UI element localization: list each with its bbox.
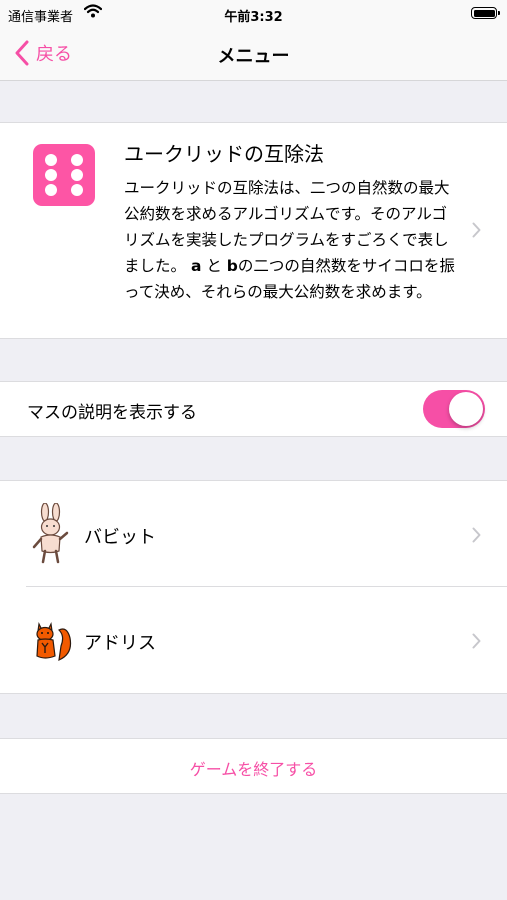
chevron-right-icon bbox=[472, 222, 481, 238]
rabbit-character-icon bbox=[32, 503, 69, 564]
about-title: ユークリッドの互除法 bbox=[124, 142, 324, 166]
navigation-bar: 戻る メニュー bbox=[0, 28, 507, 81]
quit-game-label[interactable]: ゲームを終了する bbox=[0, 756, 507, 780]
chevron-right-icon bbox=[472, 527, 481, 543]
show-square-description-label: マスの説明を表示する bbox=[27, 403, 197, 423]
dice-icon bbox=[33, 144, 95, 206]
character-row-adoris[interactable]: アドリス bbox=[0, 587, 507, 693]
page-title: メニュー bbox=[217, 46, 290, 67]
about-description: ユークリッドの互除法は、二つの自然数の最大公約数を求めるアルゴリズムです。そのア… bbox=[124, 179, 455, 301]
chevron-right-icon bbox=[472, 633, 481, 649]
variable-a: a bbox=[190, 257, 202, 275]
status-time: 午前3:32 bbox=[224, 10, 283, 25]
status-bar: 通信事業者 午前3:32 bbox=[0, 0, 507, 28]
show-square-description-toggle[interactable] bbox=[423, 390, 485, 428]
battery-icon bbox=[471, 7, 500, 19]
squirrel-character-icon bbox=[36, 622, 72, 661]
variable-b: b bbox=[226, 257, 238, 275]
character-name: バビット bbox=[84, 527, 156, 548]
character-row-babbit[interactable]: バビット bbox=[0, 481, 507, 587]
character-name: アドリス bbox=[84, 633, 156, 654]
